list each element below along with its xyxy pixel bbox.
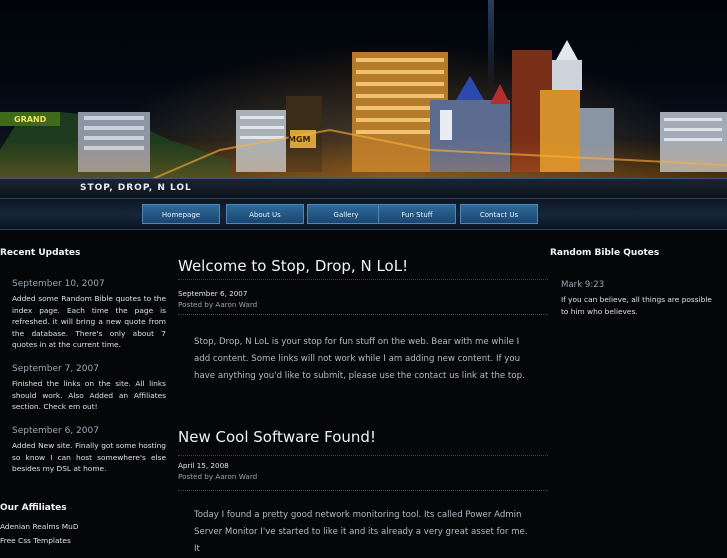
nav-gallery-button[interactable]: Gallery xyxy=(307,204,385,224)
update-text: Finished the links on the site. All link… xyxy=(12,379,166,411)
update-date: September 10, 2007 xyxy=(12,279,105,289)
affiliate-link-adenian[interactable]: Adenian Realms MuD xyxy=(0,522,79,531)
affiliate-link-free-css[interactable]: Free Css Templates xyxy=(0,536,71,545)
post-body: Stop, Drop, N LoL is your stop for fun s… xyxy=(194,337,525,381)
header-banner-image: GRAND MGM xyxy=(0,0,727,180)
nav-about-button[interactable]: About Us xyxy=(226,204,304,224)
divider xyxy=(178,279,548,280)
affiliates-heading: Our Affiliates xyxy=(0,503,67,513)
update-date: September 7, 2007 xyxy=(12,364,99,374)
update-text: Added some Random Bible quotes to the in… xyxy=(12,294,166,349)
nav-home-button[interactable]: Homepage xyxy=(142,204,220,224)
post-title[interactable]: Welcome to Stop, Drop, N LoL! xyxy=(178,257,408,275)
site-title: STOP, DROP, N LOL xyxy=(80,183,192,193)
bible-quote-text: If you can believe, all things are possi… xyxy=(561,295,712,316)
nav-fun-stuff-button[interactable]: Fun Stuff xyxy=(378,204,456,224)
divider xyxy=(178,490,548,491)
recent-updates-heading: Recent Updates xyxy=(0,248,81,258)
post-body: Today I found a pretty good network moni… xyxy=(194,510,528,554)
post-author: Posted by Aaron Ward xyxy=(178,472,258,481)
grand-sign: GRAND xyxy=(14,115,47,124)
post-date: September 6, 2007 xyxy=(178,289,248,298)
update-date: September 6, 2007 xyxy=(12,426,99,436)
bible-quotes-heading: Random Bible Quotes xyxy=(550,248,660,258)
update-text: Added New site. Finally got some hosting… xyxy=(12,441,166,473)
bible-reference: Mark 9:23 xyxy=(561,280,605,290)
divider xyxy=(178,455,548,456)
post-title[interactable]: New Cool Software Found! xyxy=(178,428,376,446)
city-glow xyxy=(0,140,727,180)
divider xyxy=(178,314,548,315)
post-author: Posted by Aaron Ward xyxy=(178,300,258,309)
post-date: April 15, 2008 xyxy=(178,461,229,470)
nav-contact-button[interactable]: Contact Us xyxy=(460,204,538,224)
